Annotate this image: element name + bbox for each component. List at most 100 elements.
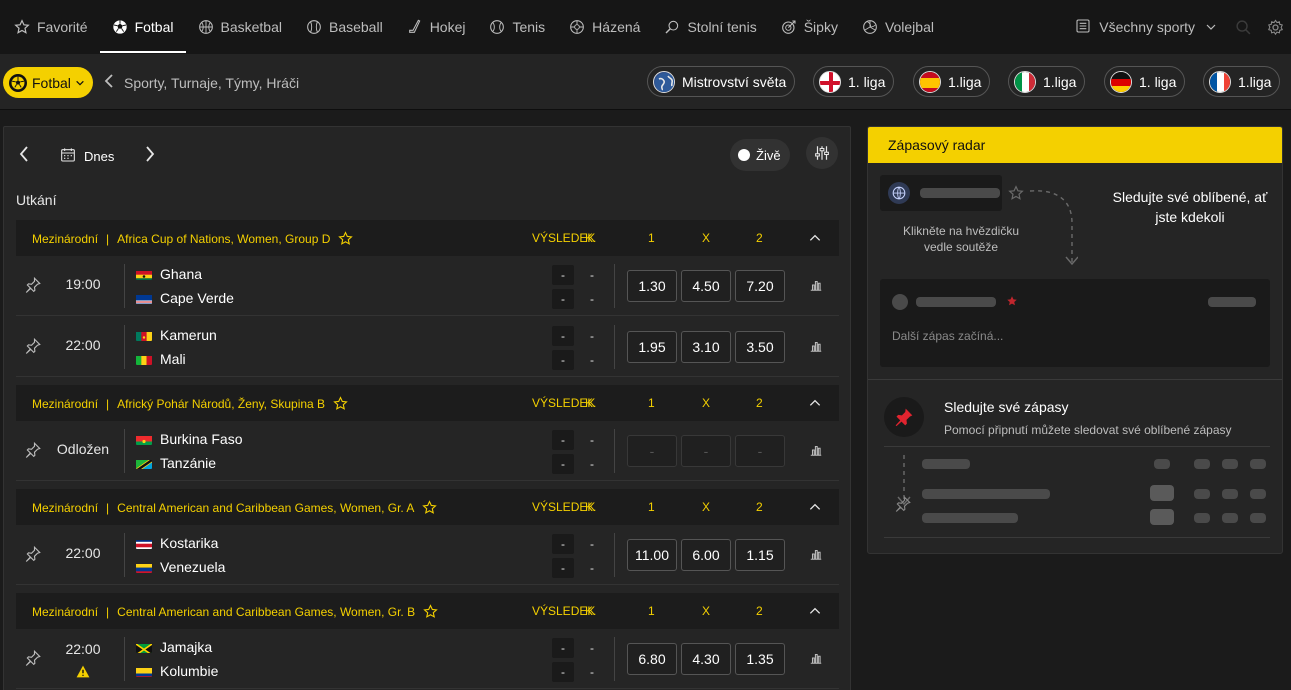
odds-away-button[interactable]: 1.35: [735, 643, 785, 675]
radar-hint: Klikněte na hvězdičku vedle soutěže: [902, 224, 1020, 254]
chevron-up-icon[interactable]: [808, 604, 822, 621]
nav-item-darts[interactable]: Šipky: [769, 0, 850, 54]
odds-away-button[interactable]: 3.50: [735, 331, 785, 363]
skeleton-bar: [920, 188, 1000, 198]
league-pill-spain[interactable]: 1.liga: [913, 66, 991, 97]
separator: |: [106, 397, 110, 412]
cameroon-flag-icon: [136, 330, 152, 341]
odds-home-button[interactable]: 11.00: [627, 539, 677, 571]
star-icon[interactable]: [422, 500, 438, 518]
next-match-card: Další zápas začíná...: [880, 279, 1270, 367]
pin-icon[interactable]: [24, 276, 42, 297]
nav-item-favorites[interactable]: Favorité: [0, 0, 100, 54]
stats-icon[interactable]: [809, 339, 823, 356]
search-icon[interactable]: [1227, 0, 1259, 54]
nav-item-hockey[interactable]: Hokej: [395, 0, 478, 54]
calendar-icon: [60, 147, 76, 166]
warning-icon: [76, 665, 90, 681]
nav-label: Fotbal: [134, 19, 174, 35]
date-bar: Dnes Živě: [4, 137, 852, 173]
stats-icon[interactable]: [809, 278, 823, 295]
pin-icon[interactable]: [24, 337, 42, 358]
odds-1-column-header: 1: [648, 396, 655, 410]
competition-header[interactable]: Mezinárodní | Central American and Caribbe…: [16, 593, 839, 629]
soccer-ball-icon: [112, 19, 128, 35]
live-toggle[interactable]: Živě: [730, 139, 790, 171]
nav-item-handball[interactable]: Házená: [557, 0, 652, 54]
league-pill-italy[interactable]: 1.liga: [1008, 66, 1086, 97]
star-icon[interactable]: [333, 396, 348, 414]
skeleton-bar: [1250, 513, 1266, 523]
odds-home-button[interactable]: 1.30: [627, 270, 677, 302]
odds-draw-button[interactable]: 3.10: [681, 331, 731, 363]
star-icon[interactable]: [338, 231, 354, 249]
league-pill-label: 1. liga: [848, 73, 886, 90]
pin-icon[interactable]: [24, 649, 42, 670]
league-pill-germany[interactable]: 1. liga: [1104, 66, 1186, 97]
nav-item-basketball[interactable]: Basketbal: [186, 0, 294, 54]
odds-home-button[interactable]: 1.95: [627, 331, 677, 363]
pin-icon[interactable]: [24, 441, 42, 462]
nav-label: Volejbal: [884, 19, 934, 35]
chevron-down-icon: [1205, 21, 1217, 33]
home-team-name: Jamajka: [160, 639, 213, 655]
skeleton-bar: [1250, 489, 1266, 499]
nav-item-table-tennis[interactable]: Stolní tenis: [652, 0, 768, 54]
home-team-name: Burkina Faso: [160, 431, 243, 447]
chevron-up-icon[interactable]: [808, 396, 822, 413]
league-pill-england[interactable]: 1. liga: [813, 66, 895, 97]
mali-flag-icon: [136, 354, 152, 365]
competition-header[interactable]: Mezinárodní | Central American and Caribbe…: [16, 489, 839, 525]
hockey-stick-icon: [407, 19, 423, 35]
chevron-up-icon[interactable]: [808, 500, 822, 517]
divider: [124, 325, 125, 369]
dashed-arrow-icon: [1029, 190, 1078, 266]
gear-icon[interactable]: [1259, 0, 1291, 54]
competition-header[interactable]: Mezinárodní | Africa Cup of Nations, Women…: [16, 220, 839, 256]
home-team: Jamajka: [136, 639, 212, 655]
odds-draw-button[interactable]: 4.50: [681, 270, 731, 302]
competition-header[interactable]: Mezinárodní | Africký Pohár Národů, Ženy, …: [16, 385, 839, 421]
all-sports-dropdown[interactable]: Všechny sporty: [1065, 18, 1227, 37]
nav-item-football[interactable]: Fotbal: [99, 0, 186, 54]
match-row[interactable]: 22:00 Kamerun Mali - - - - 1.95 3.10 3.5…: [16, 317, 839, 377]
competition-name: Mezinárodní | Central American and Caribbe…: [32, 500, 438, 518]
nav-item-volleyball[interactable]: Volejbal: [850, 0, 946, 54]
star-icon: [1008, 185, 1024, 204]
odds-draw-button[interactable]: 4.30: [681, 643, 731, 675]
stats-icon[interactable]: [809, 443, 823, 460]
skeleton-bar: [916, 297, 996, 307]
star-icon[interactable]: [423, 604, 438, 622]
date-picker[interactable]: Dnes: [60, 147, 114, 166]
breadcrumb[interactable]: Sporty, Turnaje, Týmy, Hráči: [104, 74, 299, 91]
competition-name: Mezinárodní | Africký Pohár Národů, Ženy, …: [32, 396, 348, 414]
stats-icon[interactable]: [809, 547, 823, 564]
nav-item-baseball[interactable]: Baseball: [294, 0, 395, 54]
next-day-button[interactable]: [144, 145, 156, 166]
nav-label: Stolní tenis: [687, 19, 757, 35]
match-row[interactable]: 19:00 Ghana Cape Verde - - - - 1.30 4.50…: [16, 256, 839, 316]
skeleton-box: [1150, 509, 1174, 525]
sport-selector[interactable]: Fotbal: [3, 67, 93, 98]
odds-draw-button[interactable]: 6.00: [681, 539, 731, 571]
pin-icon[interactable]: [24, 545, 42, 566]
match-row[interactable]: 22:00 Jamajka Kolumbie - - - - 6.80 4.30…: [16, 629, 839, 689]
match-row[interactable]: 22:00 Kostarika Venezuela - - - - 11.00 …: [16, 525, 839, 585]
league-pill-france[interactable]: 1.liga: [1203, 66, 1281, 97]
away-team-name: Cape Verde: [160, 290, 234, 306]
away-period-score: -: [590, 665, 594, 679]
odds-away-button[interactable]: 7.20: [735, 270, 785, 302]
chevron-up-icon[interactable]: [808, 231, 822, 248]
odds-home-button[interactable]: 6.80: [627, 643, 677, 675]
skeleton-bar: [1194, 489, 1210, 499]
jamaica-flag-icon: [136, 642, 152, 653]
star-filled-icon: [1006, 294, 1018, 310]
stats-icon[interactable]: [809, 651, 823, 668]
nav-item-tennis[interactable]: Tenis: [477, 0, 557, 54]
home-team: Kostarika: [136, 535, 218, 551]
league-pill-world-cup[interactable]: Mistrovství světa: [647, 66, 796, 97]
match-row[interactable]: Odložen Burkina Faso Tanzánie - - - - - …: [16, 421, 839, 481]
filter-button[interactable]: [806, 137, 838, 169]
prev-day-button[interactable]: [18, 145, 30, 166]
odds-away-button[interactable]: 1.15: [735, 539, 785, 571]
